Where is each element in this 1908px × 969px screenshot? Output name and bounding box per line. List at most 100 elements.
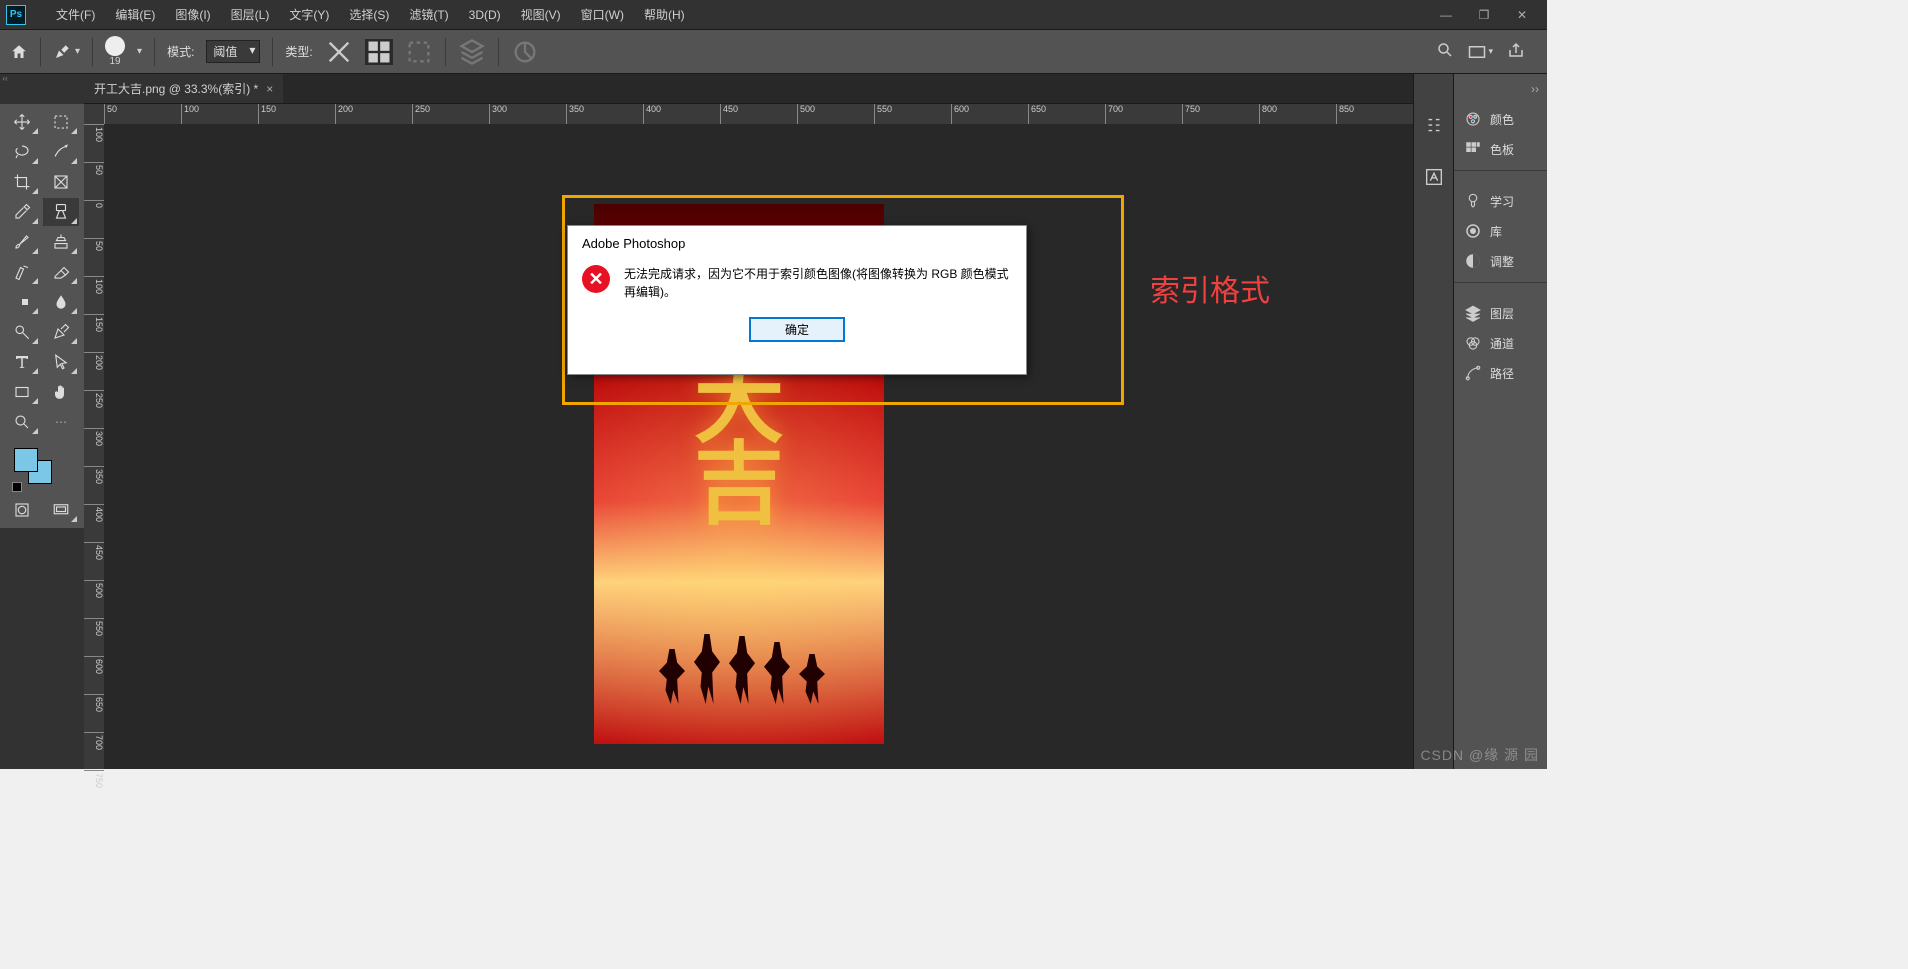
ruler-origin[interactable] — [84, 104, 104, 124]
crop-tool[interactable] — [4, 168, 40, 196]
sample-all-layers-icon[interactable] — [458, 39, 486, 65]
edit-toolbar[interactable]: ⋯ — [43, 408, 79, 436]
maximize-icon[interactable]: ❐ — [1475, 6, 1493, 24]
ruler-tick: 300 — [489, 104, 507, 124]
ruler-tick: 450 — [84, 542, 104, 560]
menu-layer[interactable]: 图层(L) — [221, 6, 280, 23]
history-brush-tool[interactable] — [4, 258, 40, 286]
hand-tool[interactable] — [43, 378, 79, 406]
dialog-message: 无法完成请求，因为它不用于索引颜色图像(将图像转换为 RGB 颜色模式再编辑)。 — [624, 265, 1012, 301]
ruler-tick: 200 — [84, 352, 104, 370]
ruler-tick: 250 — [84, 390, 104, 408]
character-icon[interactable] — [1423, 166, 1445, 188]
ruler-tick: 250 — [412, 104, 430, 124]
panel-channels[interactable]: 通道 — [1454, 328, 1547, 358]
dialog-ok-button[interactable]: 确定 — [749, 317, 845, 342]
blur-tool[interactable] — [43, 288, 79, 316]
minimize-icon[interactable]: — — [1437, 6, 1455, 24]
rectangle-tool[interactable] — [4, 378, 40, 406]
menu-file[interactable]: 文件(F) — [46, 6, 105, 23]
type-create-texture-icon[interactable] — [365, 39, 393, 65]
horizontal-ruler[interactable]: 5010015020025030035040045050055060065070… — [104, 104, 1453, 124]
search-icon[interactable] — [1436, 41, 1454, 62]
ruler-tick: 650 — [84, 694, 104, 712]
clone-stamp-tool[interactable] — [43, 228, 79, 256]
menu-view[interactable]: 视图(V) — [511, 6, 571, 23]
type-content-aware-icon[interactable] — [405, 39, 433, 65]
type-proximity-icon[interactable] — [325, 39, 353, 65]
panel-color[interactable]: 颜色 — [1454, 104, 1547, 134]
healing-brush-tool[interactable] — [43, 198, 79, 226]
document-tab[interactable]: 开工大吉.png @ 33.3%(索引) * × — [84, 74, 283, 103]
share-icon[interactable] — [1507, 41, 1525, 62]
eraser-tool[interactable] — [43, 258, 79, 286]
ruler-tick: 700 — [1105, 104, 1123, 124]
menu-type[interactable]: 文字(Y) — [279, 6, 339, 23]
mode-label: 模式: — [167, 43, 194, 60]
rect-marquee-tool[interactable] — [43, 108, 79, 136]
canvas-area[interactable]: 大 吉 — [104, 124, 1453, 769]
separator — [498, 38, 499, 66]
panel-libraries[interactable]: 库 — [1454, 216, 1547, 246]
menu-filter[interactable]: 滤镜(T) — [399, 6, 458, 23]
gradient-tool[interactable] — [4, 288, 40, 316]
collapse-panels-icon[interactable]: ›› — [1531, 82, 1539, 96]
home-icon[interactable] — [10, 43, 28, 61]
default-colors-icon[interactable] — [12, 482, 22, 492]
path-select-tool[interactable] — [43, 348, 79, 376]
brush-tool[interactable] — [4, 228, 40, 256]
menu-bar: Ps 文件(F) 编辑(E) 图像(I) 图层(L) 文字(Y) 选择(S) 滤… — [0, 0, 1547, 30]
ruler-tick: 650 — [1028, 104, 1046, 124]
menu-select[interactable]: 选择(S) — [339, 6, 399, 23]
pressure-size-icon[interactable] — [511, 39, 539, 65]
document-tab-bar: 开工大吉.png @ 33.3%(索引) * × — [84, 74, 1453, 104]
panel-adjustments[interactable]: 调整 — [1454, 246, 1547, 276]
menu-3d[interactable]: 3D(D) — [459, 8, 511, 22]
foreground-color-swatch[interactable] — [14, 448, 38, 472]
dodge-tool[interactable] — [4, 318, 40, 346]
close-icon[interactable]: ✕ — [1513, 6, 1531, 24]
collapse-strip[interactable]: ‹‹ — [0, 74, 10, 92]
ruler-tick: 50 — [84, 238, 104, 251]
mode-select[interactable]: 阈值 ▾ — [206, 40, 260, 63]
ruler-tick: 500 — [84, 580, 104, 598]
vertical-ruler[interactable]: 1005005010015020025030035040045050055060… — [84, 124, 104, 769]
menu-help[interactable]: 帮助(H) — [634, 6, 695, 23]
panel-paths[interactable]: 路径 — [1454, 358, 1547, 388]
frame-tool[interactable] — [43, 168, 79, 196]
lasso-tool[interactable] — [4, 138, 40, 166]
ruler-tick: 550 — [874, 104, 892, 124]
eyedropper-tool[interactable] — [4, 198, 40, 226]
annotation-label: 索引格式 — [1150, 266, 1270, 310]
tab-close-icon[interactable]: × — [266, 82, 273, 96]
chevron-down-icon[interactable]: ▾ — [137, 46, 142, 57]
properties-icon[interactable] — [1423, 114, 1445, 136]
panel-swatches[interactable]: 色板 — [1454, 134, 1547, 164]
ps-logo-icon: Ps — [6, 5, 26, 25]
screen-mode-icon[interactable] — [43, 496, 79, 524]
color-swatches[interactable] — [4, 444, 80, 494]
ruler-tick: 500 — [797, 104, 815, 124]
pen-tool[interactable] — [43, 318, 79, 346]
quick-mask-icon[interactable] — [4, 496, 40, 524]
menu-edit[interactable]: 编辑(E) — [105, 6, 165, 23]
ruler-tick: 50 — [104, 104, 117, 124]
work-area: 5010015020025030035040045050055060065070… — [84, 104, 1453, 769]
panel-layers[interactable]: 图层 — [1454, 298, 1547, 328]
error-icon: ✕ — [582, 265, 610, 293]
menu-image[interactable]: 图像(I) — [165, 6, 220, 23]
zoom-tool[interactable] — [4, 408, 40, 436]
workspace-switcher-icon[interactable]: ▾ — [1468, 41, 1493, 62]
type-tool[interactable] — [4, 348, 40, 376]
ruler-tick: 100 — [84, 124, 104, 142]
ruler-tick: 0 — [84, 200, 104, 208]
tool-preset-icon[interactable]: ▾ — [53, 43, 80, 61]
ruler-tick: 700 — [84, 732, 104, 750]
brush-preview[interactable]: 19 — [105, 36, 125, 67]
right-panels: ›› 颜色 色板 学习 库 调整 图层 通道 路径 — [1453, 74, 1547, 769]
right-icon-strip — [1413, 74, 1453, 769]
panel-learn[interactable]: 学习 — [1454, 186, 1547, 216]
quick-select-tool[interactable] — [43, 138, 79, 166]
move-tool[interactable] — [4, 108, 40, 136]
menu-window[interactable]: 窗口(W) — [571, 6, 634, 23]
